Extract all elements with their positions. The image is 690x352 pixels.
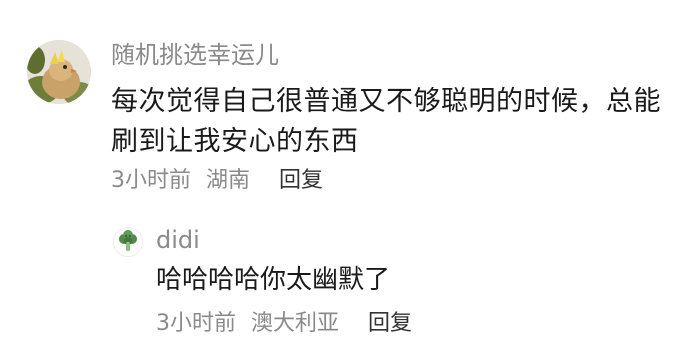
reply-button[interactable]: 回复 (279, 166, 323, 196)
comment-username[interactable]: 随机挑选幸运儿 (111, 40, 279, 70)
comment-timestamp: 3小时前 (111, 168, 191, 193)
reply-reply-button[interactable]: 回复 (368, 309, 412, 339)
reply-timestamp: 3小时前 (156, 311, 236, 336)
reply-text: 哈哈哈哈你太幽默了 (156, 265, 391, 295)
reply-meta: 3小时前 澳大利亚 回复 (156, 309, 412, 339)
broccoli-avatar-icon[interactable] (113, 227, 143, 257)
comment-thread: 随机挑选幸运儿 每次觉得自己很普通又不够聪明的时候，总能刷到让我安心的东西 3小… (0, 0, 690, 352)
bird-avatar-icon[interactable] (27, 40, 91, 104)
reply-username[interactable]: didi (156, 225, 200, 255)
reply-location: 澳大利亚 (251, 311, 340, 336)
comment-meta: 3小时前 湖南 回复 (111, 166, 323, 196)
comment-location: 湖南 (206, 168, 251, 193)
comment-text: 每次觉得自己很普通又不够聪明的时候，总能刷到让我安心的东西 (111, 86, 661, 157)
